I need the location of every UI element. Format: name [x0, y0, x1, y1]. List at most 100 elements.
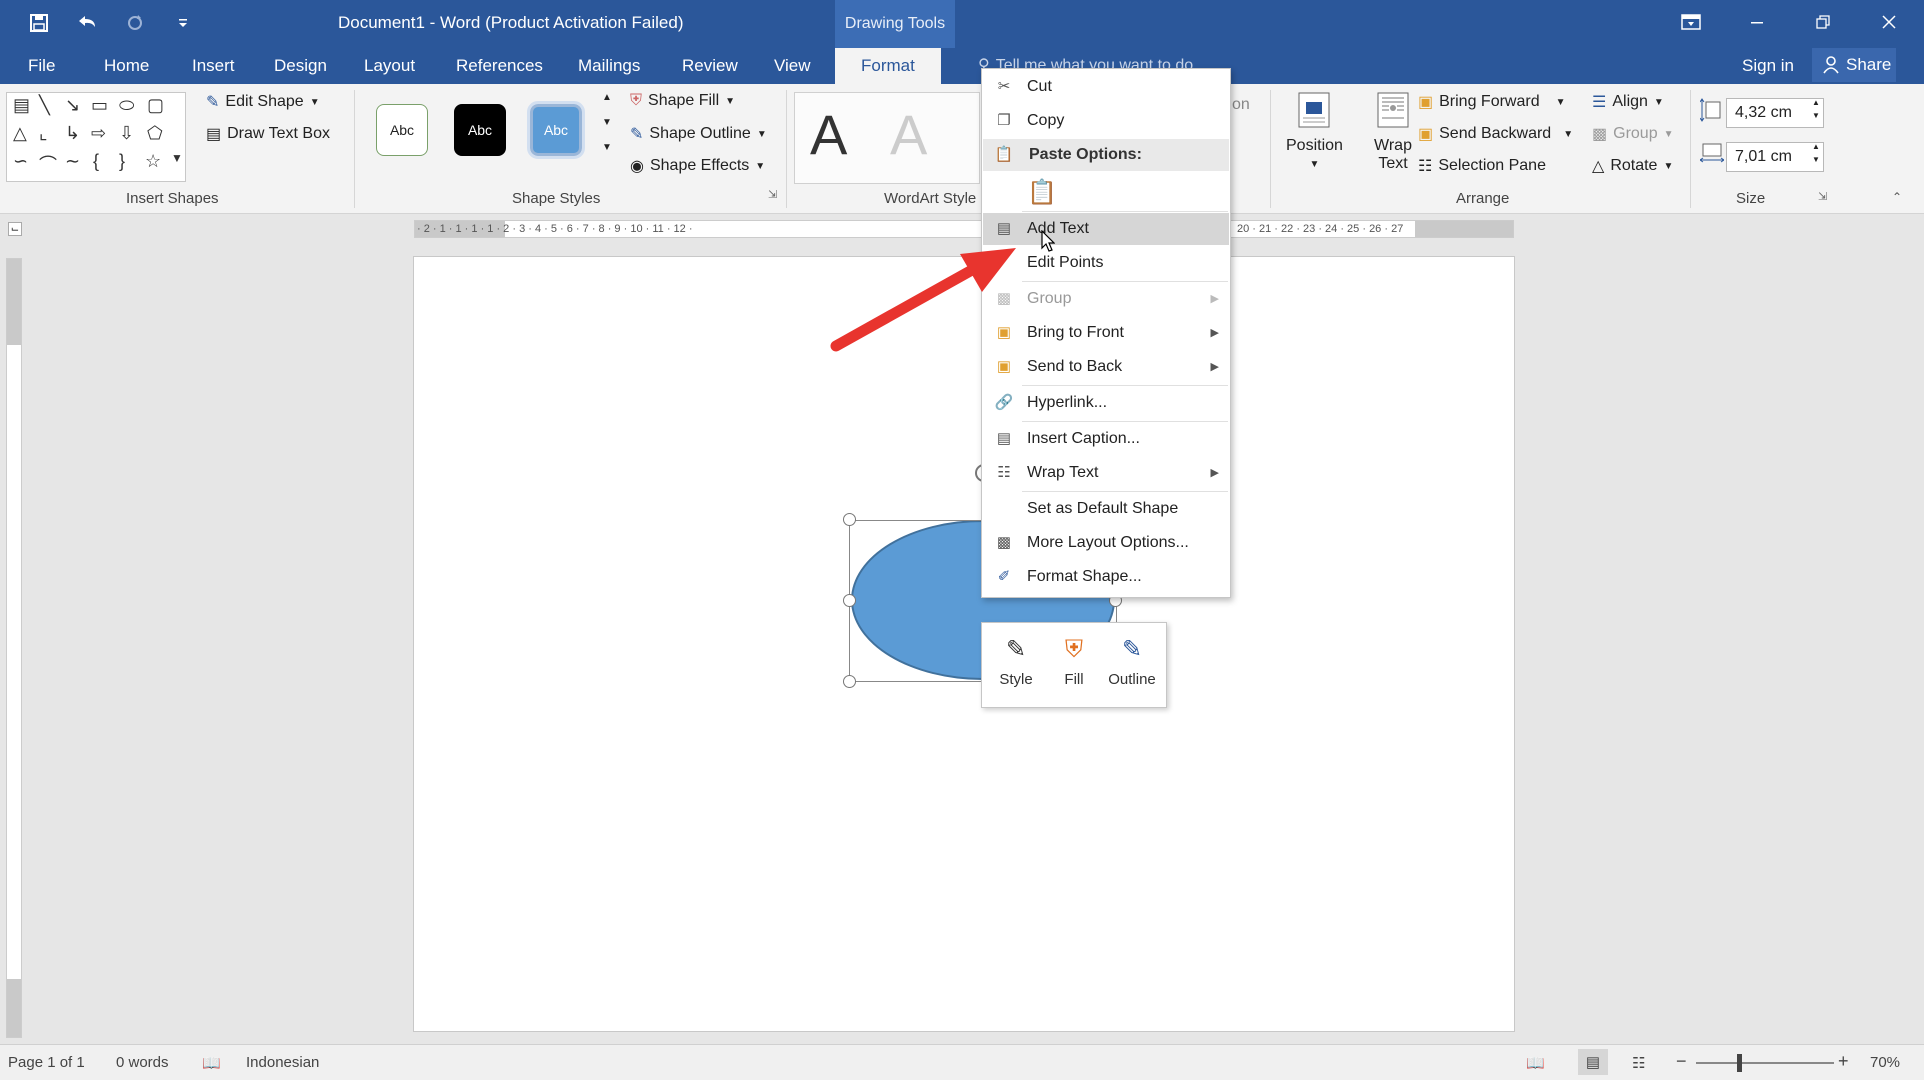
wordart-style-dark[interactable]: A [810, 102, 847, 167]
align-button[interactable]: ☰ Align ▼ [1592, 92, 1664, 112]
shape-fill-button[interactable]: ⛨ Shape Fill ▼ [630, 92, 735, 110]
more-styles-icon[interactable]: ▼ [602, 142, 612, 153]
menu-item-insert-caption[interactable]: ▤ Insert Caption... [983, 423, 1229, 455]
zoom-level[interactable]: 70% [1870, 1054, 1900, 1071]
size-dialog-launcher-icon[interactable]: ⇲ [1818, 190, 1827, 203]
down-arrow-shape-icon[interactable]: ⇩ [119, 123, 134, 144]
tab-selector-icon[interactable]: ⌙ [8, 222, 22, 236]
shape-style-thumb-black[interactable]: Abc [454, 104, 506, 156]
shape-height-input[interactable]: 4,32 cm [1726, 98, 1824, 128]
menu-item-hyperlink[interactable]: 🔗 Hyperlink... [983, 387, 1229, 419]
sign-in-link[interactable]: Sign in [1742, 48, 1794, 84]
spin-up-icon[interactable]: ▲ [1812, 98, 1820, 107]
freeform-shape-icon[interactable]: ∽ [13, 151, 28, 172]
proofing-icon[interactable]: 📖 [202, 1054, 221, 1072]
oval-shape-icon[interactable]: ⬭ [119, 95, 134, 116]
undo-icon[interactable] [72, 8, 102, 38]
word-count[interactable]: 0 words [116, 1054, 169, 1071]
menu-item-edit-points[interactable]: Edit Points [983, 247, 1229, 279]
draw-text-box-button[interactable]: ▤ Draw Text Box [206, 124, 330, 144]
scroll-up-icon[interactable]: ▲ [602, 92, 612, 103]
menu-item-send-to-back[interactable]: ▣ Send to Back ▶ [983, 351, 1229, 383]
rectangle-shape-icon[interactable]: ▭ [91, 95, 108, 116]
menu-item-group[interactable]: ▩ Group ▶ [983, 283, 1229, 315]
read-mode-icon[interactable]: 📖 [1526, 1054, 1545, 1072]
menu-item-bring-to-front[interactable]: ▣ Bring to Front ▶ [983, 317, 1229, 349]
tab-review[interactable]: Review [674, 48, 746, 84]
mini-outline-button[interactable]: ✎ Outline [1102, 629, 1162, 703]
line-shape-icon[interactable]: ╲ [39, 95, 50, 116]
menu-item-add-text[interactable]: ▤ Add Text [983, 213, 1229, 245]
zoom-slider-track[interactable] [1696, 1062, 1834, 1064]
resize-handle-bottom-left[interactable] [843, 675, 856, 688]
collapse-ribbon-icon[interactable]: ⌃ [1892, 190, 1902, 204]
paste-keep-source-icon[interactable]: 📋 [1026, 175, 1058, 209]
star-shape-icon[interactable]: ☆ [145, 151, 161, 172]
web-layout-icon[interactable]: ☷ [1632, 1054, 1645, 1072]
scroll-down-icon[interactable]: ▼ [602, 117, 612, 128]
right-arrow-shape-icon[interactable]: ⇨ [91, 123, 106, 144]
customize-qat-icon[interactable] [168, 8, 198, 38]
close-icon[interactable] [1858, 0, 1920, 44]
rotate-button[interactable]: △ Rotate ▼ [1592, 156, 1673, 176]
ribbon-display-options-icon[interactable] [1660, 0, 1722, 44]
group-button[interactable]: ▩ Group ▼ [1592, 124, 1674, 144]
spin-down-icon[interactable]: ▼ [1812, 111, 1820, 120]
shape-width-input[interactable]: 7,01 cm [1726, 142, 1824, 172]
shapes-gallery[interactable]: ▤ ╲ ↘ ▭ ⬭ ▢ △ ⌞ ↳ ⇨ ⇩ ⬠ ∽ ⌒ ∼ { } ☆ ▼ [6, 92, 186, 182]
left-brace-shape-icon[interactable]: { [93, 151, 99, 172]
arrow-line-shape-icon[interactable]: ↘ [65, 95, 80, 116]
elbow-connector-shape-icon[interactable]: ⌞ [39, 123, 47, 144]
resize-handle-left[interactable] [843, 594, 856, 607]
menu-item-wrap-text[interactable]: ☷ Wrap Text ▶ [983, 457, 1229, 489]
curve-shape-icon[interactable]: ∼ [65, 151, 80, 172]
height-spinner[interactable]: ▲ ▼ [1812, 98, 1820, 120]
print-layout-icon[interactable]: ▤ [1578, 1049, 1608, 1075]
arc-shape-icon[interactable]: ⌒ [39, 151, 57, 177]
minimize-icon[interactable] [1726, 0, 1788, 44]
shape-styles-scroll[interactable]: ▲ ▼ ▼ [602, 92, 612, 153]
dialog-launcher-icon[interactable]: ⇲ [768, 188, 777, 201]
shapes-more-icon[interactable]: ▼ [171, 151, 183, 165]
wordart-style-light[interactable]: A [890, 102, 927, 167]
zoom-out-icon[interactable]: − [1676, 1051, 1687, 1072]
right-brace-shape-icon[interactable]: } [119, 151, 125, 172]
tab-format[interactable]: Format [835, 48, 941, 84]
bring-forward-button[interactable]: ▣ Bring Forward ▼ [1418, 92, 1566, 112]
shape-outline-button[interactable]: ✎ Shape Outline ▼ [630, 124, 767, 144]
pentagon-shape-icon[interactable]: ⬠ [147, 123, 163, 144]
zoom-in-icon[interactable]: + [1838, 1051, 1849, 1072]
wrap-text-button[interactable]: Wrap Text [1368, 92, 1418, 173]
tab-view[interactable]: View [766, 48, 819, 84]
redo-icon[interactable] [120, 8, 150, 38]
menu-item-set-default-shape[interactable]: Set as Default Shape [983, 493, 1229, 525]
shape-style-thumb-blue[interactable]: Abc [527, 101, 585, 159]
mini-fill-button[interactable]: ⛨ Fill [1044, 629, 1104, 703]
page-count[interactable]: Page 1 of 1 [8, 1054, 85, 1071]
zoom-slider-thumb[interactable] [1737, 1054, 1742, 1072]
tab-mailings[interactable]: Mailings [570, 48, 648, 84]
triangle-shape-icon[interactable]: △ [13, 123, 27, 144]
selection-pane-button[interactable]: ☷ Selection Pane [1418, 156, 1546, 176]
save-icon[interactable] [24, 8, 54, 38]
spin-up-icon[interactable]: ▲ [1812, 142, 1820, 151]
edit-shape-button[interactable]: ✎ Edit Shape ▼ [206, 92, 320, 112]
send-backward-button[interactable]: ▣ Send Backward ▼ [1418, 124, 1573, 144]
share-button[interactable]: Share [1812, 48, 1896, 82]
text-box-shape-icon[interactable]: ▤ [13, 95, 30, 116]
tab-layout[interactable]: Layout [356, 48, 423, 84]
shape-style-thumb-outline[interactable]: Abc [376, 104, 428, 156]
vertical-ruler[interactable] [6, 258, 22, 1038]
tab-design[interactable]: Design [266, 48, 335, 84]
tab-home[interactable]: Home [96, 48, 157, 84]
mini-style-button[interactable]: ✎ Style [986, 629, 1046, 703]
tab-insert[interactable]: Insert [184, 48, 243, 84]
rounded-rect-shape-icon[interactable]: ▢ [147, 95, 164, 116]
restore-icon[interactable] [1792, 0, 1854, 44]
width-spinner[interactable]: ▲ ▼ [1812, 142, 1820, 164]
horizontal-ruler[interactable]: · 2 · 1 · 1 · 1 · 1 · 2 · 3 · 4 · 5 · 6 … [414, 220, 1514, 238]
shape-effects-button[interactable]: ◉ Shape Effects ▼ [630, 156, 765, 176]
language-label[interactable]: Indonesian [246, 1054, 319, 1071]
position-button[interactable]: Position ▼ [1286, 92, 1343, 170]
menu-item-cut[interactable]: ✂ Cut [983, 71, 1229, 103]
